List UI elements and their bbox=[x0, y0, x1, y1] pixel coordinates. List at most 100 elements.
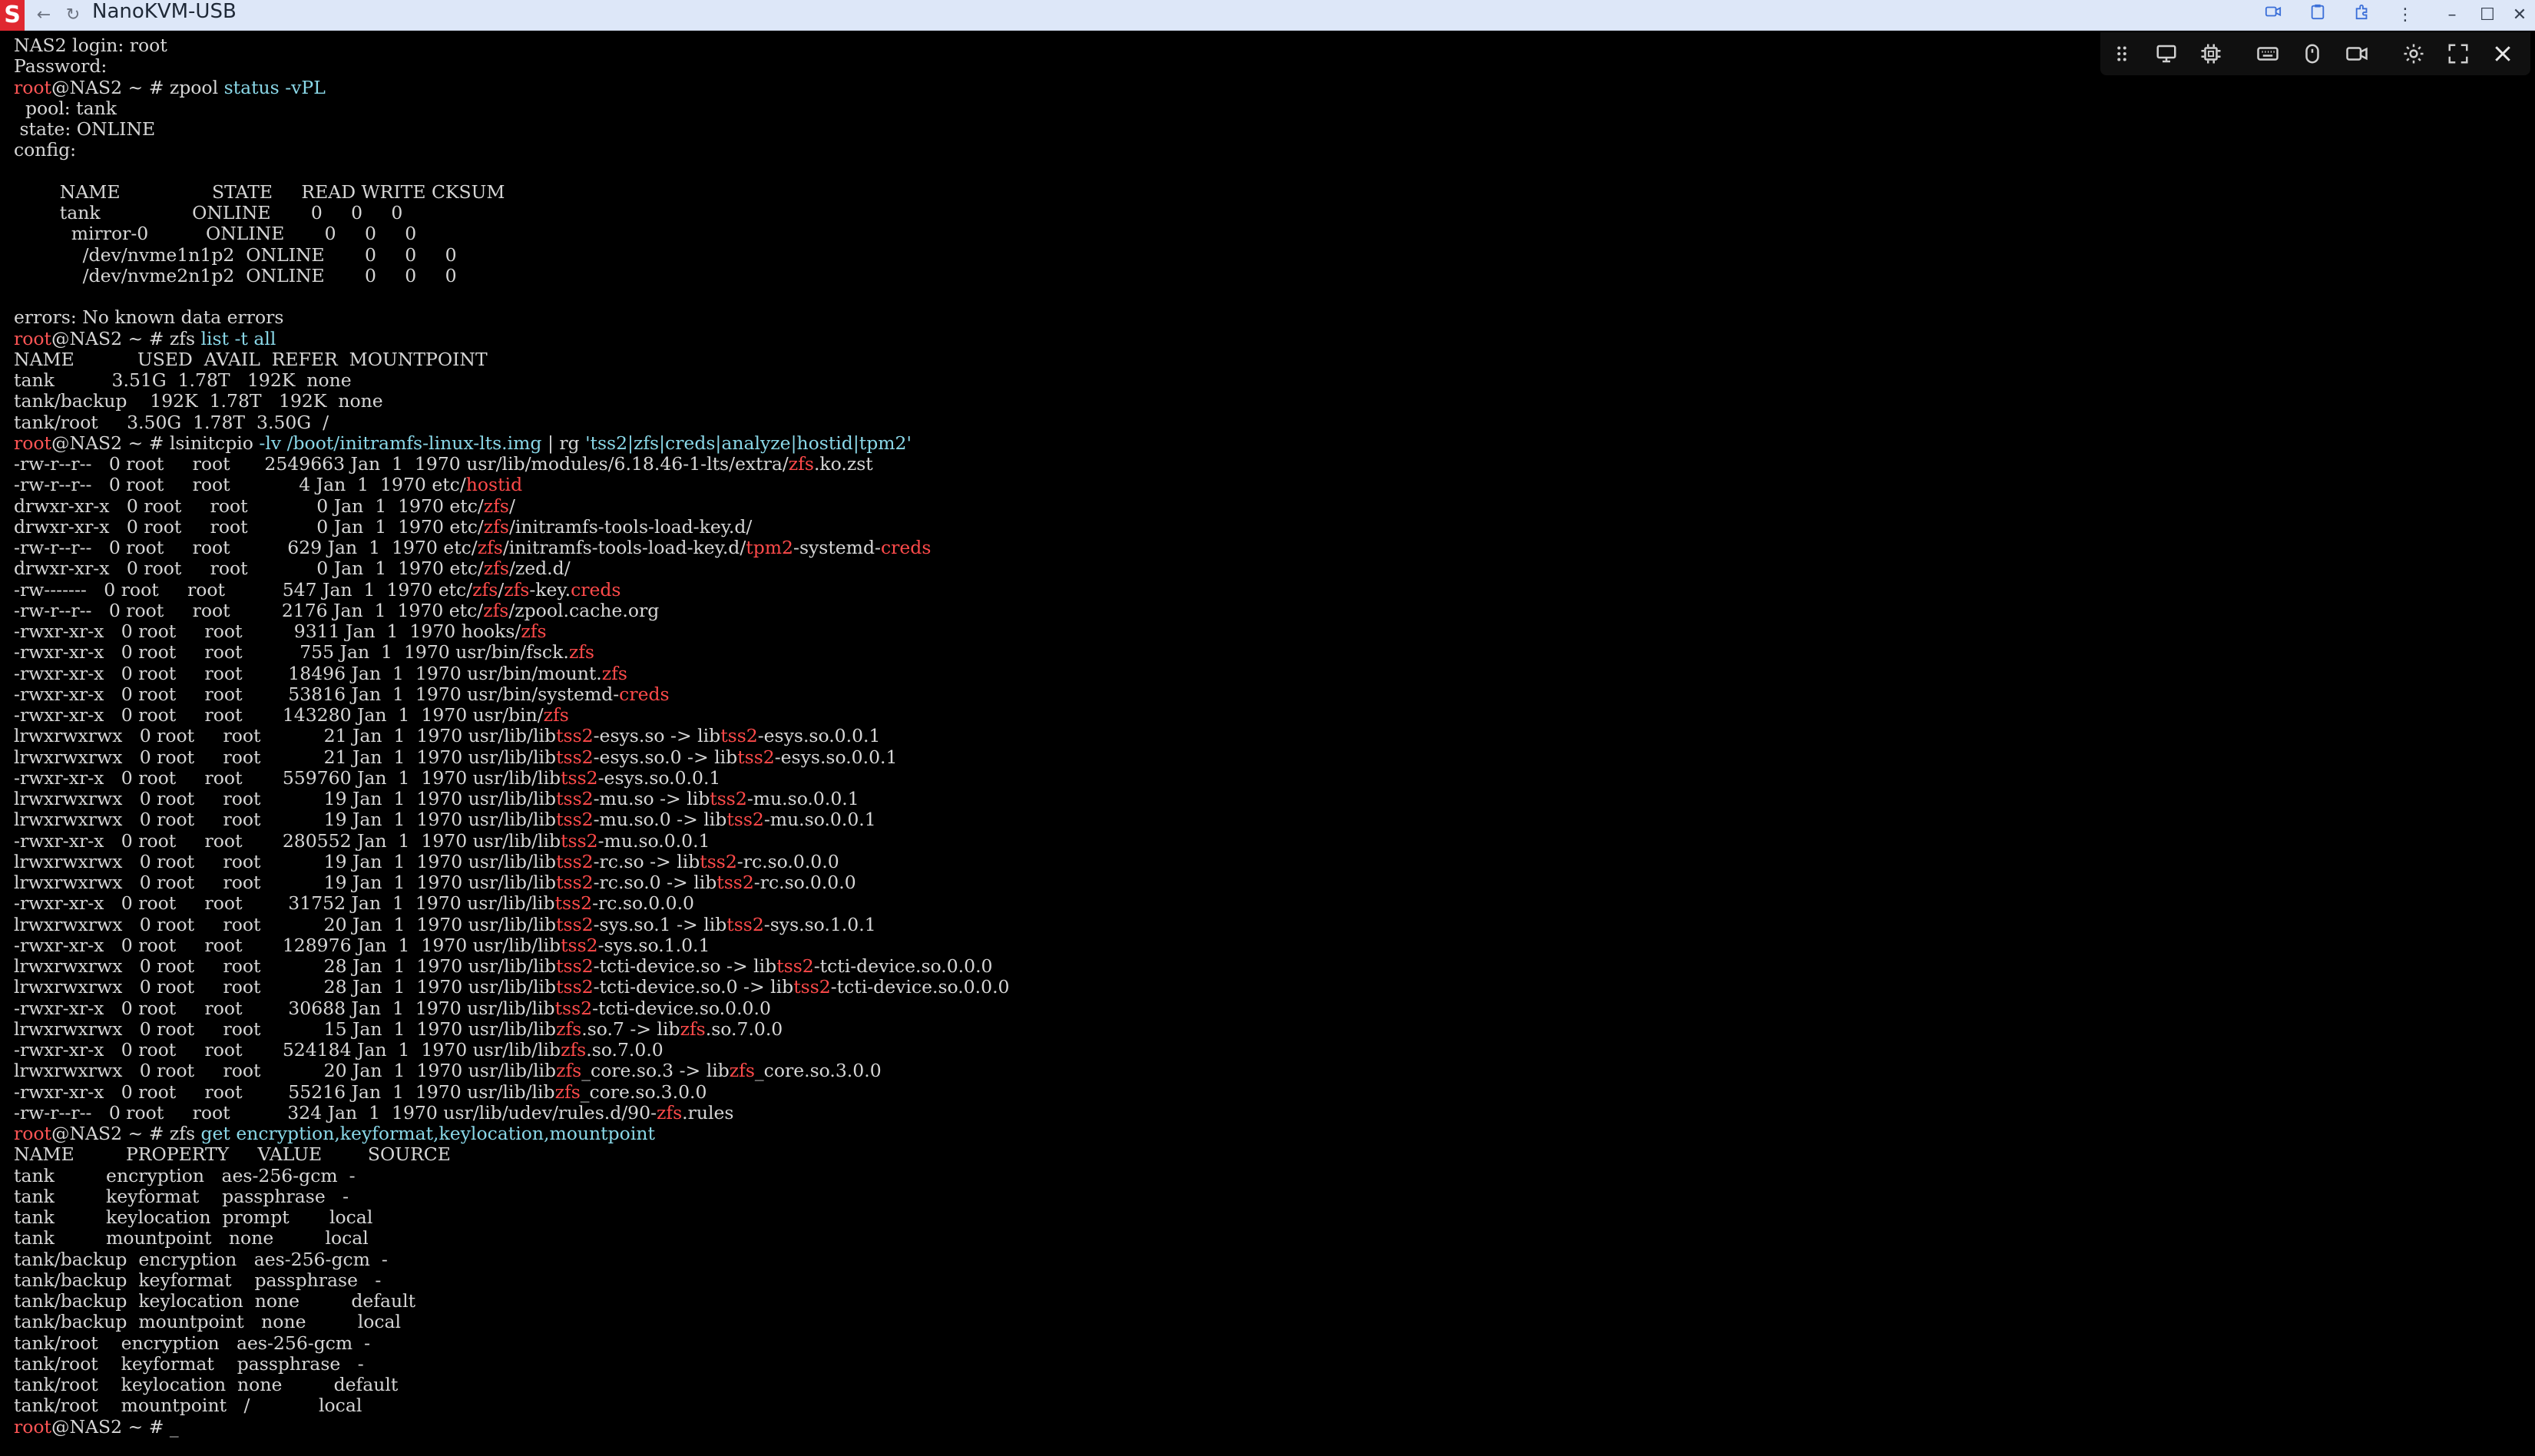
terminal-text: -tcti-device.so -> lib bbox=[593, 955, 777, 977]
terminal-text: -tcti-device.so.0.0.0 bbox=[830, 976, 1010, 998]
terminal-text: config: bbox=[14, 139, 77, 161]
terminal-text: NAME PROPERTY VALUE SOURCE bbox=[14, 1143, 451, 1166]
terminal-text: tank encryption aes-256-gcm - bbox=[14, 1164, 356, 1186]
terminal-line: -rw-r--r-- 0 root root 629 Jan 1 1970 et… bbox=[14, 537, 931, 558]
terminal-line: mirror-0 ONLINE 0 0 0 bbox=[14, 223, 417, 245]
terminal-text: @NAS2 ~ # bbox=[51, 1415, 170, 1438]
terminal-line: lrwxrwxrwx 0 root root 21 Jan 1 1970 usr… bbox=[14, 725, 880, 746]
close-icon[interactable] bbox=[2486, 37, 2520, 71]
terminal-text: zfs bbox=[169, 1123, 201, 1144]
terminal-text: tss2 bbox=[556, 746, 594, 768]
terminal-text: root bbox=[14, 1415, 51, 1438]
terminal-line: tank/root 3.50G 1.78T 3.50G / bbox=[14, 412, 329, 433]
chip-icon[interactable] bbox=[2194, 37, 2228, 71]
fullscreen-icon[interactable] bbox=[2441, 37, 2475, 71]
terminal-text: tss2 bbox=[561, 766, 598, 789]
more-vert-icon[interactable]: ⋮ bbox=[2390, 0, 2421, 31]
settings-gear-icon[interactable] bbox=[2397, 37, 2431, 71]
terminal-line: -rwxr-xr-x 0 root root 280552 Jan 1 1970… bbox=[14, 830, 710, 852]
kvm-toolbar bbox=[2100, 32, 2530, 75]
terminal-text: tss2 bbox=[556, 955, 594, 977]
terminal-text: -key. bbox=[529, 578, 571, 601]
terminal-text: drwxr-xr-x 0 root root 0 Jan 1 1970 etc/ bbox=[14, 495, 484, 517]
terminal-text: tss2 bbox=[554, 997, 593, 1019]
terminal-line: root@NAS2 ~ # zfs list -t all bbox=[14, 328, 276, 349]
terminal-text: tank/backup keylocation none default bbox=[14, 1290, 416, 1312]
terminal-text: -rc.so -> lib bbox=[593, 850, 700, 872]
terminal-text: -tcti-device.so.0 -> lib bbox=[593, 976, 794, 998]
terminal-text: tank/root encryption aes-256-gcm - bbox=[14, 1332, 371, 1354]
drag-handle-icon[interactable] bbox=[2105, 37, 2139, 71]
terminal-line: tank ONLINE 0 0 0 bbox=[14, 202, 403, 223]
terminal-text: @NAS2 ~ # bbox=[51, 327, 170, 349]
terminal-text: zfs bbox=[657, 1101, 683, 1123]
terminal-text: zfs bbox=[788, 453, 814, 475]
terminal-text: lrwxrwxrwx 0 root root 20 Jan 1 1970 usr… bbox=[14, 1060, 557, 1082]
video-record-icon[interactable] bbox=[2340, 37, 2374, 71]
terminal-text: lrwxrwxrwx 0 root root 19 Jan 1 1970 usr… bbox=[14, 872, 557, 893]
mouse-icon[interactable] bbox=[2295, 37, 2329, 71]
terminal-line: -rwxr-xr-x 0 root root 55216 Jan 1 1970 … bbox=[14, 1081, 707, 1103]
terminal-text: zfs bbox=[556, 1060, 582, 1082]
terminal-line: -rwxr-xr-x 0 root root 9311 Jan 1 1970 h… bbox=[14, 620, 547, 642]
terminal-text: creds bbox=[880, 537, 932, 558]
terminal-text: zpool bbox=[169, 76, 224, 98]
terminal-line: NAME USED AVAIL REFER MOUNTPOINT bbox=[14, 349, 488, 370]
terminal-text: .so.7 -> lib bbox=[581, 1018, 680, 1040]
terminal-text: @NAS2 ~ # bbox=[51, 76, 170, 98]
terminal-line: tank keylocation prompt local bbox=[14, 1206, 372, 1228]
terminal-text: /zed.d/ bbox=[508, 558, 571, 580]
terminal-line: -rw------- 0 root root 547 Jan 1 1970 et… bbox=[14, 579, 621, 601]
terminal-text: NAME USED AVAIL REFER MOUNTPOINT bbox=[14, 348, 488, 370]
terminal-text: tss2 bbox=[556, 788, 594, 809]
terminal-text: -esys.so.0.0.1 bbox=[597, 766, 721, 789]
terminal-screen[interactable]: NAS2 login: root Password: root@NAS2 ~ #… bbox=[14, 35, 2517, 1453]
terminal-text: tank 3.51G 1.78T 192K none bbox=[14, 369, 352, 391]
terminal-text: tank/backup keyformat passphrase - bbox=[14, 1269, 382, 1291]
terminal-text: -rw-r--r-- 0 root root 629 Jan 1 1970 et… bbox=[14, 537, 478, 558]
maximize-icon[interactable]: ☐ bbox=[2470, 0, 2505, 31]
terminal-text: -rw-r--r-- 0 root root 324 Jan 1 1970 us… bbox=[14, 1101, 657, 1123]
terminal-text: -rwxr-xr-x 0 root root 280552 Jan 1 1970… bbox=[14, 829, 561, 852]
terminal-text: -tcti-device.so.0.0.0 bbox=[592, 997, 771, 1019]
minimize-icon[interactable]: – bbox=[2434, 0, 2470, 31]
reload-icon[interactable]: ↻ bbox=[60, 0, 86, 31]
terminal-text: -rc.so.0.0.0 bbox=[736, 850, 839, 872]
terminal-text: .ko.zst bbox=[813, 453, 873, 475]
terminal-text: zfs bbox=[554, 1080, 581, 1103]
back-arrow-icon[interactable]: ← bbox=[31, 0, 57, 31]
terminal-text: lrwxrwxrwx 0 root root 21 Jan 1 1970 usr… bbox=[14, 725, 557, 747]
camera-icon[interactable] bbox=[2258, 0, 2288, 31]
terminal-text: -rwxr-xr-x 0 root root 55216 Jan 1 1970 … bbox=[14, 1080, 555, 1103]
terminal-line: tank/backup 192K 1.78T 192K none bbox=[14, 390, 383, 412]
terminal-line: -rw-r--r-- 0 root root 2176 Jan 1 1970 e… bbox=[14, 600, 659, 621]
terminal-text: /zpool.cache.org bbox=[508, 599, 660, 621]
terminal-text: root bbox=[14, 76, 51, 98]
terminal-text: get encryption,keyformat,keylocation,mou… bbox=[200, 1123, 655, 1144]
terminal-line: -rw-r--r-- 0 root root 4 Jan 1 1970 etc/… bbox=[14, 474, 522, 495]
terminal-line: root@NAS2 ~ # zfs get encryption,keyform… bbox=[14, 1123, 655, 1144]
clipboard-icon[interactable] bbox=[2302, 0, 2333, 31]
terminal-text: -sys.so.1.0.1 bbox=[763, 913, 876, 935]
terminal-text: zfs bbox=[568, 641, 594, 663]
close-icon[interactable]: ✕ bbox=[2502, 0, 2535, 31]
terminal-line: -rwxr-xr-x 0 root root 128976 Jan 1 1970… bbox=[14, 935, 710, 956]
terminal-text: tank mountpoint none local bbox=[14, 1227, 369, 1249]
terminal-line: -rwxr-xr-x 0 root root 559760 Jan 1 1970… bbox=[14, 767, 720, 789]
terminal-text: -rwxr-xr-x 0 root root 31752 Jan 1 1970 … bbox=[14, 892, 555, 915]
terminal-text: zfs bbox=[483, 558, 509, 580]
terminal-text: -rwxr-xr-x 0 root root 128976 Jan 1 1970… bbox=[14, 934, 561, 956]
terminal-text: tank ONLINE 0 0 0 bbox=[14, 202, 403, 223]
terminal-text: -rc.so.0.0.0 bbox=[592, 892, 694, 915]
terminal-text: /initramfs-tools-load-key.d/ bbox=[502, 537, 746, 558]
terminal-text: -mu.so.0.0.1 bbox=[597, 829, 710, 852]
keyboard-icon[interactable] bbox=[2251, 37, 2285, 71]
extension-icon[interactable] bbox=[2347, 0, 2378, 31]
terminal-text: .so.7.0.0 bbox=[705, 1018, 783, 1040]
terminal-line: lrwxrwxrwx 0 root root 19 Jan 1 1970 usr… bbox=[14, 788, 859, 809]
terminal-text: errors: No known data errors bbox=[14, 306, 284, 329]
terminal-text: mirror-0 ONLINE 0 0 0 bbox=[14, 223, 417, 245]
terminal-text: -rwxr-xr-x 0 root root 755 Jan 1 1970 us… bbox=[14, 641, 569, 663]
monitor-icon[interactable] bbox=[2149, 37, 2183, 71]
terminal-text: zfs bbox=[556, 1018, 582, 1040]
